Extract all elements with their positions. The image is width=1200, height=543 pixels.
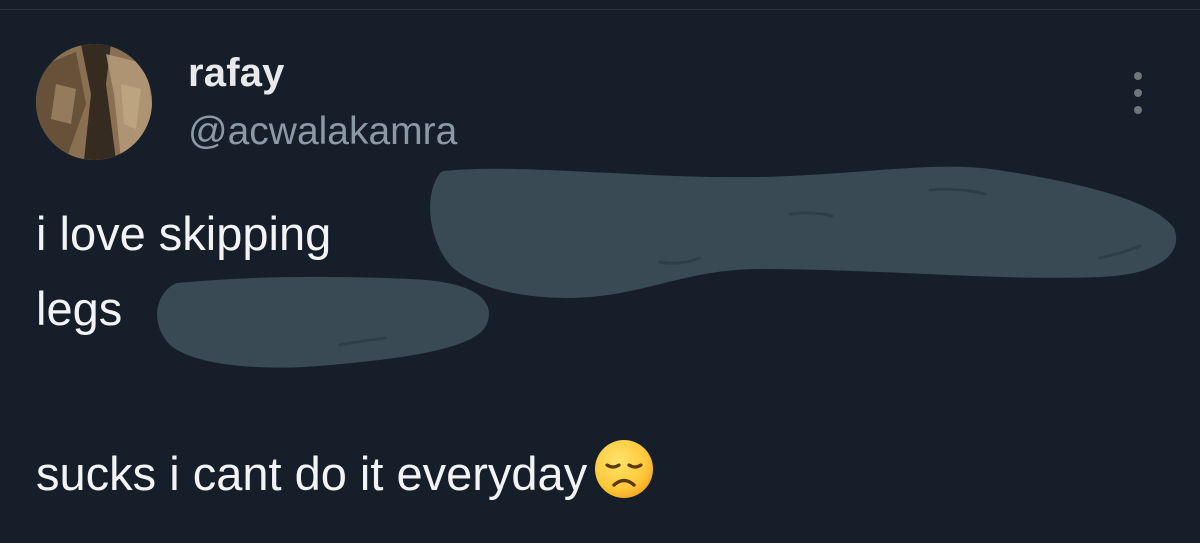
tweet-text-line-2: legs [36, 282, 123, 335]
tweet-text-line-3: sucks i cant do it everyday [36, 438, 655, 513]
more-options-button[interactable] [1122, 70, 1154, 116]
tweet-text-line-1: i love skipping [36, 207, 332, 260]
top-divider [0, 0, 1200, 10]
more-vertical-icon-dot-2 [1134, 89, 1142, 97]
more-vertical-icon-dot-3 [1134, 106, 1142, 114]
avatar-image [36, 44, 152, 160]
display-name[interactable]: rafay [188, 47, 285, 99]
disappointed-face-icon [593, 438, 655, 513]
tweet-card: rafay @acwalakamra i love skipping legs … [0, 0, 1200, 543]
more-vertical-icon [1134, 72, 1142, 80]
avatar[interactable] [36, 44, 152, 160]
tweet-text-line-3-text: sucks i cant do it everyday [36, 447, 588, 500]
user-handle[interactable]: @acwalakamra [188, 107, 457, 157]
